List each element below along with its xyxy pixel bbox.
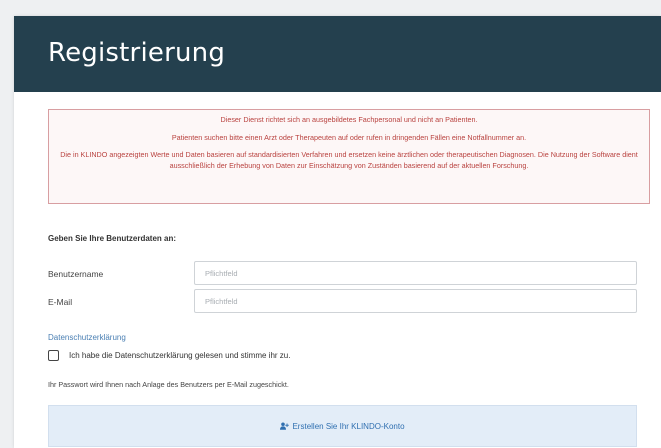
- password-info-text: Ihr Passwort wird Ihnen nach Anlage des …: [48, 380, 289, 389]
- disclaimer-line-3: Die in KLINDO angezeigten Werte und Date…: [60, 150, 638, 170]
- username-input[interactable]: [194, 261, 637, 285]
- create-account-button[interactable]: Erstellen Sie Ihr KLINDO-Konto: [48, 405, 637, 447]
- username-label: Benutzername: [48, 269, 104, 279]
- consent-row: Ich habe die Datenschutzerklärung gelese…: [48, 350, 290, 361]
- header-bar: Registrierung: [14, 16, 661, 92]
- disclaimer-alert: Dieser Dienst richtet sich an ausgebilde…: [48, 109, 650, 204]
- registration-card: Registrierung Dieser Dienst richtet sich…: [14, 16, 661, 448]
- create-account-label: Erstellen Sie Ihr KLINDO-Konto: [292, 421, 405, 431]
- consent-checkbox[interactable]: [48, 350, 59, 361]
- consent-label: Ich habe die Datenschutzerklärung gelese…: [69, 351, 291, 360]
- privacy-policy-link[interactable]: Datenschutzerklärung: [48, 333, 126, 342]
- disclaimer-line-1: Dieser Dienst richtet sich an ausgebilde…: [220, 115, 478, 124]
- form-section-title: Geben Sie Ihre Benutzerdaten an:: [48, 234, 177, 243]
- page-title: Registrierung: [48, 38, 226, 68]
- user-plus-icon: [280, 422, 290, 430]
- disclaimer-line-2: Patienten suchen bitte einen Arzt oder T…: [171, 132, 527, 142]
- email-input[interactable]: [194, 289, 637, 313]
- email-label: E-Mail: [48, 297, 73, 307]
